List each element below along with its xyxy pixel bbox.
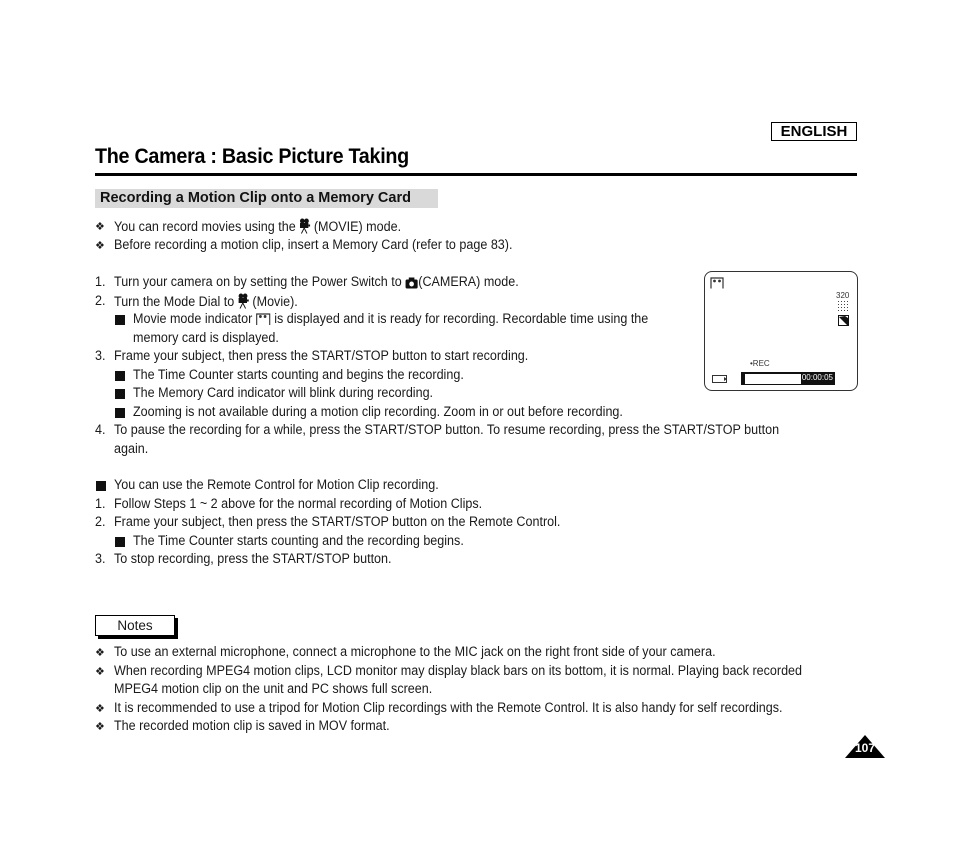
title-divider bbox=[95, 173, 857, 176]
step-number: 2. bbox=[95, 292, 106, 308]
subitem-text: The Memory Card indicator will blink dur… bbox=[133, 385, 434, 400]
notes-list: ❖ To use an external microphone, connect… bbox=[95, 644, 865, 737]
section-heading: Recording a Motion Clip onto a Memory Ca… bbox=[95, 189, 438, 208]
bullet-text: You can record movies using the (MOVIE) … bbox=[114, 218, 401, 235]
diamond-bullet-icon: ❖ bbox=[95, 721, 105, 733]
remote-step: 3. To stop recording, press the START/ST… bbox=[95, 551, 855, 570]
note-text: The recorded motion clip is saved in MOV… bbox=[114, 718, 390, 733]
white-balance-icon bbox=[838, 315, 849, 326]
diamond-bullet-icon: ❖ bbox=[95, 221, 105, 233]
bullet-text: Before recording a motion clip, insert a… bbox=[114, 237, 513, 252]
language-badge: ENGLISH bbox=[771, 122, 857, 141]
step-text: Follow Steps 1 ~ 2 above for the normal … bbox=[114, 495, 483, 511]
progress-track bbox=[743, 374, 801, 384]
subitem-text-before: Movie mode indicator bbox=[133, 311, 253, 326]
remote-step: 1. Follow Steps 1 ~ 2 above for the norm… bbox=[95, 496, 855, 515]
step-text-before: Turn your camera on by setting the Power… bbox=[114, 274, 402, 289]
diamond-bullet-icon: ❖ bbox=[95, 240, 105, 252]
note-item: ❖ To use an external microphone, connect… bbox=[95, 644, 865, 663]
step-text: Turn the Mode Dial to (Movie). bbox=[114, 293, 298, 310]
subitem-text-after: is displayed and it is ready for recordi… bbox=[274, 311, 649, 326]
step-number: 1. bbox=[95, 495, 106, 511]
step-text: To pause the recording for a while, pres… bbox=[114, 422, 780, 437]
movie-camera-icon bbox=[300, 218, 311, 234]
note-text: When recording MPEG4 motion clips, LCD m… bbox=[114, 662, 803, 678]
notes-label: Notes bbox=[95, 615, 175, 636]
diamond-bullet-icon: ❖ bbox=[95, 702, 105, 715]
subitem-text: The Time Counter starts counting and the… bbox=[133, 532, 464, 548]
square-bullet-icon bbox=[115, 370, 125, 381]
subitem-text: The Time Counter starts counting and beg… bbox=[133, 366, 464, 382]
note-text-continued: MPEG4 motion clip on the unit and PC sho… bbox=[114, 681, 433, 696]
step-item: 4. To pause the recording for a while, p… bbox=[95, 422, 855, 459]
quality-icon bbox=[838, 301, 848, 311]
rec-indicator: •REC bbox=[750, 359, 770, 368]
square-bullet-icon bbox=[115, 389, 125, 399]
step-number: 1. bbox=[95, 274, 106, 289]
memory-card-icon bbox=[712, 375, 727, 383]
step-text-after: (Movie). bbox=[252, 293, 298, 309]
step-text: Frame your subject, then press the START… bbox=[114, 514, 561, 529]
step-text-before: Turn the Mode Dial to bbox=[114, 293, 235, 309]
square-bullet-icon bbox=[96, 481, 106, 491]
step-subitem: Zooming is not available during a motion… bbox=[95, 404, 855, 423]
progress-fill bbox=[743, 374, 745, 384]
note-item: ❖ When recording MPEG4 motion clips, LCD… bbox=[95, 663, 865, 700]
note-item: ❖ It is recommended to use a tripod for … bbox=[95, 700, 865, 719]
subitem-text: Zooming is not available during a motion… bbox=[133, 403, 623, 419]
page-title: The Camera : Basic Picture Taking bbox=[95, 145, 409, 168]
step-number: 3. bbox=[95, 348, 106, 363]
step-text-continued: again. bbox=[114, 440, 149, 456]
note-text: It is recommended to use a tripod for Mo… bbox=[114, 699, 783, 715]
remote-subitem: The Time Counter starts counting and the… bbox=[95, 533, 855, 552]
step-text: Turn your camera on by setting the Power… bbox=[114, 274, 519, 290]
recording-progress-bar: 00:00:05 bbox=[741, 372, 835, 385]
movie-mode-indicator-icon bbox=[256, 313, 271, 325]
remote-intro: You can use the Remote Control for Motio… bbox=[95, 477, 855, 496]
note-item: ❖ The recorded motion clip is saved in M… bbox=[95, 718, 865, 737]
remote-control-section: You can use the Remote Control for Motio… bbox=[95, 477, 855, 570]
subitem-text-continued: memory card is displayed. bbox=[133, 329, 279, 345]
bullet-text-after: (MOVIE) mode. bbox=[313, 219, 402, 234]
subitem-text: Movie mode indicator is displayed and it… bbox=[133, 311, 648, 327]
lcd-display-illustration: 320 •REC 00:00:05 bbox=[704, 271, 858, 391]
step-number: 4. bbox=[95, 422, 106, 437]
bullet-text-before: You can record movies using the bbox=[114, 219, 296, 234]
step-text: Frame your subject, then press the START… bbox=[114, 348, 529, 363]
remote-step: 2. Frame your subject, then press the ST… bbox=[95, 514, 855, 533]
step-number: 3. bbox=[95, 551, 106, 566]
diamond-bullet-icon: ❖ bbox=[95, 665, 105, 678]
movie-camera-icon bbox=[238, 293, 249, 309]
movie-mode-indicator-icon bbox=[710, 277, 724, 289]
page-number-badge: 107 bbox=[845, 735, 885, 758]
step-number: 2. bbox=[95, 514, 106, 529]
diamond-bullet-icon: ❖ bbox=[95, 647, 105, 659]
resolution-label: 320 bbox=[836, 291, 850, 300]
time-counter: 00:00:05 bbox=[801, 373, 833, 382]
square-bullet-icon bbox=[115, 536, 125, 547]
square-bullet-icon bbox=[115, 315, 125, 325]
remote-intro-text: You can use the Remote Control for Motio… bbox=[114, 477, 439, 492]
square-bullet-icon bbox=[115, 407, 125, 418]
step-text-after: (CAMERA) mode. bbox=[418, 274, 519, 289]
page-number: 107 bbox=[854, 741, 876, 755]
camera-icon bbox=[405, 277, 418, 289]
note-text: To use an external microphone, connect a… bbox=[114, 644, 716, 659]
step-text: To stop recording, press the START/STOP … bbox=[114, 551, 392, 566]
